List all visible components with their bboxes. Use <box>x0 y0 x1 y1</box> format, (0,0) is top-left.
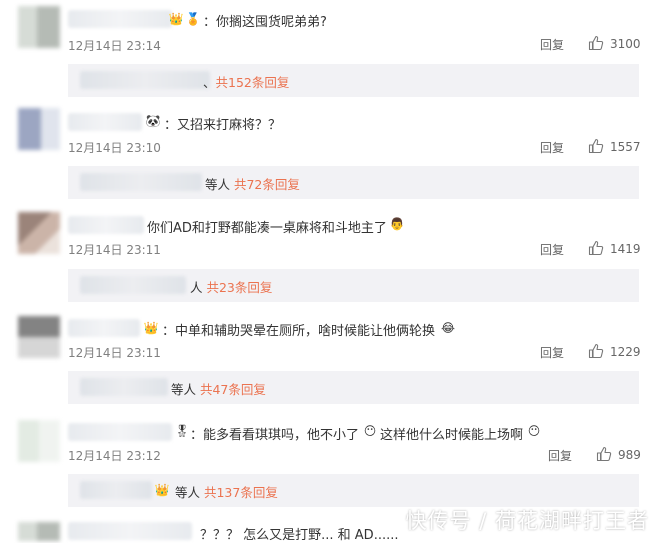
thumbs-up-icon <box>588 343 604 359</box>
sub-replies-summary: 等人 共137条回复 <box>175 482 278 501</box>
sub-replies-prefix: 等人 <box>205 177 234 192</box>
emoji-icon: 👨 <box>389 217 405 231</box>
avatar[interactable] <box>18 522 60 541</box>
avatar[interactable] <box>18 6 60 48</box>
sub-replies[interactable]: 等人 共47条回复 <box>68 371 639 404</box>
sub-reply-users <box>80 173 202 191</box>
sub-replies-prefix: 等人 <box>171 382 200 397</box>
sub-replies-summary: 等人 共47条回复 <box>171 379 266 398</box>
sub-reply-users <box>80 71 210 89</box>
username[interactable] <box>68 319 140 337</box>
sub-reply-users <box>80 276 186 294</box>
badge-icon: 🎖 <box>174 424 190 438</box>
username[interactable] <box>68 10 172 28</box>
comment-text: ：能多看看琪琪吗，他不小了 <box>190 428 360 443</box>
like-count: 3100 <box>610 37 641 51</box>
reply-button[interactable]: 回复 <box>548 447 572 464</box>
sub-reply-users <box>80 378 168 396</box>
comment-text: 你们AD和打野都能凑一桌麻将和斗地主了 <box>147 221 387 236</box>
sub-replies-prefix: 、 <box>203 75 216 90</box>
sub-replies-link[interactable]: 共23条回复 <box>206 280 272 295</box>
comment-time: 12月14日 23:11 <box>68 346 161 360</box>
sub-replies-link[interactable]: 共72条回复 <box>234 177 300 192</box>
thumbs-up-icon <box>588 240 604 256</box>
username[interactable] <box>68 423 172 441</box>
avatar[interactable] <box>18 316 60 358</box>
sub-replies-summary: 等人 共72条回复 <box>205 174 300 193</box>
like-button[interactable]: 989 <box>596 446 641 462</box>
comment-time: 12月14日 23:14 <box>68 39 161 53</box>
badge-icon: 👑 <box>168 12 184 26</box>
sub-replies-prefix: 等人 <box>175 485 204 500</box>
avatar[interactable] <box>18 420 60 462</box>
sub-replies-link[interactable]: 共47条回复 <box>200 382 266 397</box>
comment-time: 12月14日 23:12 <box>68 449 161 463</box>
thumbs-up-icon <box>588 138 604 154</box>
sub-replies-summary: 人 共23条回复 <box>190 277 272 296</box>
badge-icon: 🏅 <box>185 12 201 26</box>
like-count: 1419 <box>610 242 641 256</box>
sub-replies[interactable]: 、共152条回复 <box>68 64 639 97</box>
reply-button[interactable]: 回复 <box>540 344 564 361</box>
laugh-emoji-icon: 😂 <box>440 321 456 335</box>
like-button[interactable]: 1229 <box>588 343 641 359</box>
username[interactable] <box>68 522 192 540</box>
emoji-icon: 😶 <box>527 424 541 438</box>
reply-button[interactable]: 回复 <box>540 241 564 258</box>
avatar[interactable] <box>18 212 60 254</box>
badge-icon: 👑 <box>143 321 159 335</box>
like-count: 1229 <box>610 345 641 359</box>
comment-text: ？？？ 怎么又是打野... 和 AD...... <box>200 528 399 543</box>
comment-time: 12月14日 23:11 <box>68 243 161 257</box>
sub-replies[interactable]: 等人 共72条回复 <box>68 166 639 199</box>
avatar[interactable] <box>18 108 60 150</box>
badge-icon: 👑 <box>154 483 170 497</box>
reply-button[interactable]: 回复 <box>540 139 564 156</box>
sub-replies[interactable]: 人 共23条回复 <box>68 269 639 302</box>
like-count: 1557 <box>610 140 641 154</box>
username[interactable] <box>68 113 142 131</box>
sub-replies-summary: 、共152条回复 <box>203 72 289 91</box>
like-button[interactable]: 3100 <box>588 35 641 51</box>
thumbs-up-icon <box>596 446 612 462</box>
like-button[interactable]: 1419 <box>588 240 641 256</box>
comment-text: ：中单和辅助哭晕在厕所，啥时候能让他俩轮换 <box>162 324 436 339</box>
sub-replies[interactable]: 👑 等人 共137条回复 <box>68 474 639 507</box>
like-button[interactable]: 1557 <box>588 138 641 154</box>
like-count: 989 <box>618 448 641 462</box>
watermark: 快传号 / 荷花湖畔打王者 <box>405 509 649 533</box>
comment-text: ：又招来打麻将？？ <box>164 118 282 133</box>
sub-replies-link[interactable]: 共152条回复 <box>216 75 290 90</box>
sub-reply-users <box>80 481 152 499</box>
username[interactable] <box>68 216 144 234</box>
panda-badge-icon: 🐼 <box>145 114 161 128</box>
reply-button[interactable]: 回复 <box>540 36 564 53</box>
sub-replies-link[interactable]: 共137条回复 <box>204 485 278 500</box>
comment-time: 12月14日 23:10 <box>68 141 161 155</box>
sub-replies-prefix: 人 <box>190 280 207 295</box>
thumbs-up-icon <box>588 35 604 51</box>
emoji-icon: 😶 <box>363 424 377 438</box>
comment-text-continued: 这样他什么时候能上场啊 <box>380 428 524 443</box>
comment-text: ：你搁这囤货呢弟弟? <box>203 15 327 30</box>
